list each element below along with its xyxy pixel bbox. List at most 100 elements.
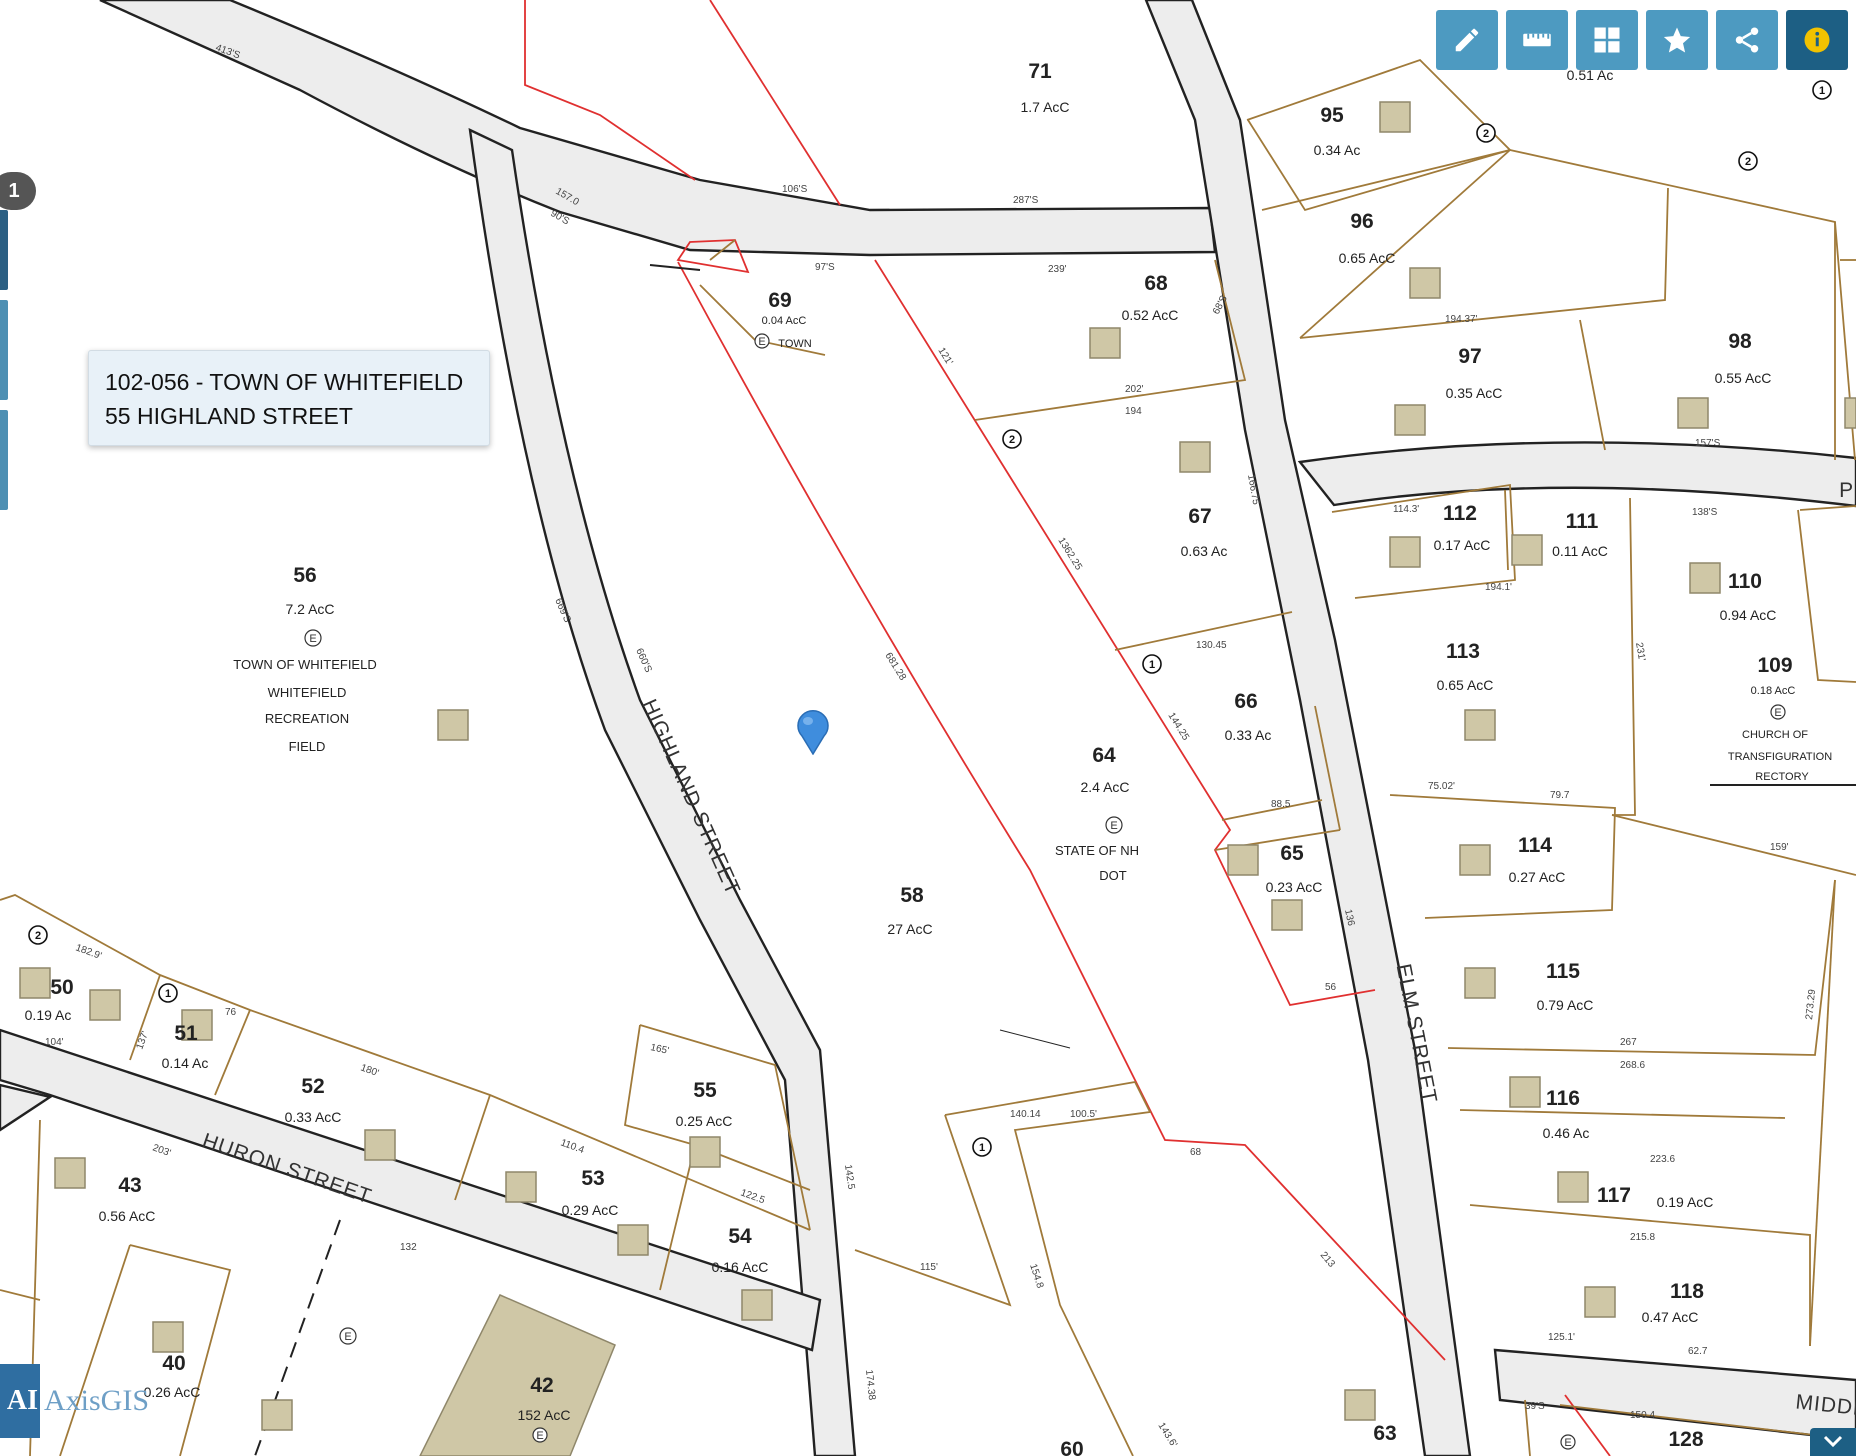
svg-text:0.29 AcC: 0.29 AcC bbox=[562, 1202, 619, 1218]
svg-text:115: 115 bbox=[1546, 960, 1580, 983]
svg-text:130.45: 130.45 bbox=[1196, 640, 1227, 651]
svg-text:CHURCH OF: CHURCH OF bbox=[1742, 729, 1808, 741]
building-42[interactable] bbox=[419, 1294, 616, 1456]
side-tab-1[interactable] bbox=[0, 210, 8, 290]
svg-text:122.5: 122.5 bbox=[739, 1187, 767, 1206]
svg-text:114.3': 114.3' bbox=[1393, 504, 1419, 515]
svg-text:182.9': 182.9' bbox=[74, 942, 103, 962]
svg-text:125.1': 125.1' bbox=[1548, 1332, 1575, 1343]
location-pin-icon[interactable] bbox=[796, 709, 830, 755]
svg-text:0.46 Ac: 0.46 Ac bbox=[1543, 1125, 1590, 1141]
svg-text:137': 137' bbox=[134, 1030, 151, 1051]
svg-text:69: 69 bbox=[768, 289, 791, 312]
street-label-pr: PI bbox=[1839, 479, 1856, 502]
svg-text:681.28: 681.28 bbox=[882, 651, 908, 683]
svg-text:115': 115' bbox=[920, 1262, 938, 1273]
svg-text:0.63 Ac: 0.63 Ac bbox=[1181, 543, 1228, 559]
svg-text:0.19 AcC: 0.19 AcC bbox=[1657, 1194, 1714, 1210]
svg-text:40: 40 bbox=[162, 1352, 185, 1375]
svg-text:143.6': 143.6' bbox=[1155, 1421, 1179, 1450]
svg-text:0.35 AcC: 0.35 AcC bbox=[1446, 385, 1503, 401]
side-tab-2[interactable] bbox=[0, 300, 8, 400]
svg-text:287'S: 287'S bbox=[1013, 195, 1039, 206]
svg-text:60: 60 bbox=[1060, 1438, 1083, 1456]
map-toolbar bbox=[1436, 10, 1848, 70]
svg-text:56: 56 bbox=[1325, 982, 1337, 993]
svg-text:118: 118 bbox=[1670, 1280, 1704, 1303]
svg-text:112: 112 bbox=[1443, 502, 1477, 525]
svg-text:0.04 AcC: 0.04 AcC bbox=[762, 315, 807, 327]
info-icon bbox=[1804, 27, 1830, 53]
svg-text:E: E bbox=[758, 336, 765, 348]
svg-text:157'S: 157'S bbox=[1695, 438, 1721, 449]
svg-text:0.11 AcC: 0.11 AcC bbox=[1552, 543, 1608, 559]
svg-text:DOT: DOT bbox=[1099, 868, 1127, 883]
favorites-button[interactable] bbox=[1646, 10, 1708, 70]
svg-text:194.1': 194.1' bbox=[1485, 582, 1512, 593]
svg-text:0.23 AcC: 0.23 AcC bbox=[1266, 879, 1323, 895]
svg-text:0.19 Ac: 0.19 Ac bbox=[25, 1007, 72, 1023]
svg-text:0.33 AcC: 0.33 AcC bbox=[285, 1109, 342, 1125]
svg-text:64: 64 bbox=[1092, 744, 1116, 767]
svg-text:75.02': 75.02' bbox=[1428, 781, 1455, 792]
popup-address: 55 HIGHLAND STREET bbox=[105, 403, 353, 429]
svg-text:144.25: 144.25 bbox=[1165, 711, 1191, 743]
svg-text:1: 1 bbox=[165, 988, 171, 1000]
svg-text:0.56 AcC: 0.56 AcC bbox=[99, 1208, 156, 1224]
svg-text:62.7: 62.7 bbox=[1688, 1346, 1708, 1357]
measure-button[interactable] bbox=[1506, 10, 1568, 70]
svg-text:E: E bbox=[1774, 707, 1781, 719]
svg-text:0.55 AcC: 0.55 AcC bbox=[1715, 370, 1772, 386]
side-tab-3[interactable] bbox=[0, 410, 8, 510]
share-button[interactable] bbox=[1716, 10, 1778, 70]
svg-text:121': 121' bbox=[935, 346, 954, 368]
svg-text:TRANSFIGURATION: TRANSFIGURATION bbox=[1728, 751, 1832, 763]
svg-text:268.6: 268.6 bbox=[1620, 1060, 1645, 1071]
svg-text:117: 117 bbox=[1597, 1184, 1631, 1207]
svg-text:239': 239' bbox=[1048, 264, 1067, 275]
layers-button[interactable] bbox=[1576, 10, 1638, 70]
expand-button[interactable] bbox=[1810, 1428, 1856, 1456]
chevron-down-icon bbox=[1823, 1435, 1843, 1448]
svg-text:132: 132 bbox=[400, 1242, 417, 1253]
logo-mark: AI bbox=[0, 1364, 40, 1438]
svg-text:96: 96 bbox=[1350, 210, 1373, 233]
svg-text:71: 71 bbox=[1028, 60, 1052, 83]
share-icon bbox=[1735, 27, 1759, 53]
svg-text:76: 76 bbox=[225, 1007, 237, 1018]
info-button[interactable] bbox=[1786, 10, 1848, 70]
buildings bbox=[19, 101, 1856, 1431]
svg-text:0.47 AcC: 0.47 AcC bbox=[1642, 1309, 1699, 1325]
grid-icon bbox=[1594, 27, 1620, 53]
svg-text:1: 1 bbox=[1819, 85, 1825, 97]
svg-text:E: E bbox=[536, 1430, 543, 1442]
svg-text:0.52 AcC: 0.52 AcC bbox=[1122, 307, 1179, 323]
svg-text:E: E bbox=[344, 1331, 351, 1343]
parcel-popup[interactable]: 102-056 - TOWN OF WHITEFIELD 55 HIGHLAND… bbox=[88, 350, 490, 446]
logo-text: AxisGIS bbox=[44, 1384, 150, 1417]
svg-text:E: E bbox=[1110, 820, 1117, 832]
svg-text:0.17 AcC: 0.17 AcC bbox=[1434, 537, 1491, 553]
svg-text:223.6: 223.6 bbox=[1650, 1154, 1675, 1165]
svg-text:2.4 AcC: 2.4 AcC bbox=[1080, 779, 1129, 795]
svg-text:E: E bbox=[309, 633, 316, 645]
svg-text:RECREATION: RECREATION bbox=[265, 711, 349, 726]
svg-text:138'S: 138'S bbox=[1692, 507, 1718, 518]
svg-text:104': 104' bbox=[45, 1037, 64, 1048]
svg-text:114: 114 bbox=[1518, 834, 1552, 857]
svg-text:51: 51 bbox=[174, 1022, 198, 1045]
svg-text:56: 56 bbox=[293, 564, 316, 587]
svg-text:215.8: 215.8 bbox=[1630, 1232, 1655, 1243]
svg-text:1: 1 bbox=[1149, 659, 1155, 671]
draw-button[interactable] bbox=[1436, 10, 1498, 70]
svg-text:0.65 AcC: 0.65 AcC bbox=[1437, 677, 1494, 693]
svg-text:110: 110 bbox=[1728, 570, 1762, 593]
parcel-map[interactable]: HIGHLAND STREET ELM STREET HURON STREET … bbox=[0, 0, 1856, 1456]
svg-text:194.37': 194.37' bbox=[1445, 314, 1478, 325]
svg-text:97: 97 bbox=[1458, 345, 1481, 368]
svg-text:TOWN: TOWN bbox=[778, 338, 811, 350]
svg-text:0.33 Ac: 0.33 Ac bbox=[1225, 727, 1272, 743]
svg-text:194: 194 bbox=[1125, 406, 1142, 417]
svg-text:98: 98 bbox=[1728, 330, 1752, 353]
axisgis-logo: AI AxisGIS bbox=[0, 1362, 149, 1440]
